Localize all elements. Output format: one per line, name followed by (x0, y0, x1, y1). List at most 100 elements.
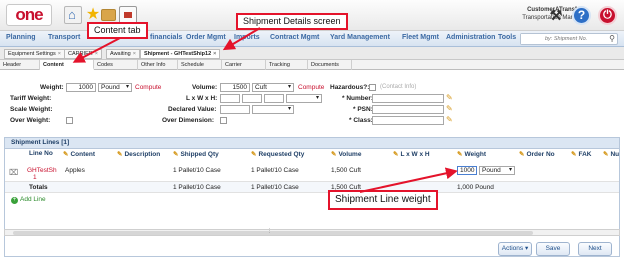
declared-value-input[interactable] (220, 105, 250, 114)
col-content-label: Content (70, 151, 96, 158)
volume-input[interactable]: 1500 (220, 83, 250, 92)
next-button[interactable]: Next (578, 242, 612, 256)
edit-pencil-icon: ✎ (393, 151, 399, 158)
compute-volume-link[interactable]: Compute (298, 84, 324, 91)
col-line-no[interactable]: Line No (29, 150, 53, 160)
totals-weight: 1,000 Pound (457, 184, 494, 191)
nav-yard-management[interactable]: Yard Management (330, 34, 390, 41)
open-tab-awaiting[interactable]: Awaiting × (106, 49, 140, 59)
col-shipped-qty[interactable]: ✎ Shipped Qty (173, 150, 219, 160)
lookup-icon[interactable]: ✎ (446, 94, 454, 102)
line-no-link-2[interactable]: 1 (33, 174, 37, 181)
dimension-uom-select[interactable] (286, 94, 322, 103)
content-cell: Apples (65, 167, 85, 174)
weight-uom-select[interactable]: Pound (98, 83, 132, 92)
add-line-button[interactable]: + Add Line (11, 196, 46, 204)
app-logo[interactable]: one (6, 4, 52, 26)
totals-label: Totals (29, 184, 48, 191)
over-weight-checkbox[interactable] (66, 117, 73, 124)
nav-transport[interactable]: Transport (48, 34, 80, 41)
open-tab-label: Equipment Settings (8, 51, 56, 57)
nav-planning[interactable]: Planning (6, 34, 36, 41)
wrench-settings-icon[interactable]: ⚒ (548, 7, 564, 23)
hazmat-number-input[interactable] (372, 94, 444, 103)
help-icon[interactable]: ? (572, 6, 591, 25)
tab-content[interactable]: Content (40, 60, 94, 70)
compute-weight-link[interactable]: Compute (135, 84, 161, 91)
scrollbar-thumb[interactable] (13, 231, 533, 235)
totals-row: Totals 1 Pallet/10 Case 1 Pallet/10 Case… (5, 182, 619, 193)
line-weight-uom-select[interactable]: Pound (479, 166, 515, 175)
close-icon[interactable]: × (213, 51, 216, 57)
open-tab-shipment[interactable]: Shipment - GHTestShip12 × (140, 49, 221, 59)
requested-qty-cell: 1 Pallet/10 Case (251, 167, 299, 174)
shipment-search-box[interactable]: ⚲ (520, 33, 618, 45)
col-lwh[interactable]: ✎ L x W x H (393, 150, 430, 160)
col-volume[interactable]: ✎ Volume (331, 150, 361, 160)
col-fak[interactable]: ✎ FAK (571, 150, 591, 160)
lookup-icon[interactable]: ✎ (446, 116, 454, 124)
nav-administration[interactable]: Administration (446, 34, 495, 41)
currency-select[interactable] (252, 105, 294, 114)
nav-fleet-mgmt[interactable]: Fleet Mgmt (402, 34, 439, 41)
nav-tools[interactable]: Tools (498, 34, 516, 41)
tab-schedule[interactable]: Schedule (178, 60, 222, 70)
tab-codes[interactable]: Codes (94, 60, 138, 70)
class-input[interactable] (372, 116, 444, 125)
col-volume-label: Volume (338, 151, 362, 158)
nav-contract-mgmt[interactable]: Contract Mgmt (270, 34, 319, 41)
lookup-icon[interactable]: ✎ (446, 105, 454, 113)
nav-order-mgmt[interactable]: Order Mgmt (186, 34, 226, 41)
close-icon[interactable]: × (133, 51, 136, 57)
hazardous-label: Hazardous?: (330, 84, 370, 91)
line-weight-callout: Shipment Line weight (328, 190, 438, 210)
search-icon[interactable]: ⚲ (609, 34, 615, 43)
height-input[interactable] (264, 94, 284, 103)
actions-button[interactable]: Actions ▾ (498, 242, 532, 256)
open-tab-carrier[interactable]: CARRIER × (64, 49, 102, 59)
contact-info-label: (Contact Info) (380, 84, 417, 90)
col-content[interactable]: ✎ Content (63, 150, 95, 160)
tab-header[interactable]: Header (0, 60, 40, 70)
weight-label: Weight: (40, 84, 64, 91)
edit-pencil-icon: ✎ (331, 151, 337, 158)
col-requested-qty[interactable]: ✎ Requested Qty (251, 150, 304, 160)
col-nu[interactable]: ✎ Nu (603, 150, 619, 160)
folder-icon[interactable] (101, 9, 116, 21)
width-input[interactable] (242, 94, 262, 103)
col-description[interactable]: ✎ Description (117, 150, 160, 160)
col-order-no[interactable]: ✎ Order No (519, 150, 555, 160)
table-row[interactable]: ⌧ GHTestSh 1 Apples 1 Pallet/10 Case 1 P… (5, 165, 619, 182)
close-icon[interactable]: × (58, 51, 61, 57)
over-dimension-checkbox[interactable] (220, 117, 227, 124)
horizontal-scrollbar[interactable]: ⋮ (4, 228, 620, 236)
power-logout-icon[interactable]: ⏻ (598, 6, 617, 25)
nav-imports[interactable]: Imports (234, 34, 260, 41)
weight-input[interactable]: 1000 (66, 83, 96, 92)
length-input[interactable] (220, 94, 240, 103)
shipment-subtabs: Header Content Codes Other Info Schedule… (0, 60, 624, 70)
volume-label: Volume: (192, 84, 218, 91)
psn-input[interactable] (372, 105, 444, 114)
home-icon[interactable] (64, 6, 82, 24)
edit-pencil-icon: ✎ (519, 151, 525, 158)
open-tab-equipment-settings[interactable]: Equipment Settings × (4, 49, 65, 59)
nav-financials[interactable]: financials (150, 34, 182, 41)
save-button[interactable]: Save (536, 242, 570, 256)
line-no-link[interactable]: GHTestSh (27, 167, 57, 174)
tab-other-info[interactable]: Other Info (138, 60, 178, 70)
volume-uom-select[interactable]: Cuft (252, 83, 294, 92)
tab-carrier[interactable]: Carrier (222, 60, 266, 70)
line-weight-input[interactable]: 1000 (457, 166, 477, 175)
tab-tracking[interactable]: Tracking (266, 60, 308, 70)
shipment-search-input[interactable] (521, 34, 605, 44)
col-requested-qty-label: Requested Qty (258, 151, 305, 158)
close-icon[interactable]: × (95, 51, 98, 57)
delete-row-icon[interactable]: ⌧ (9, 168, 18, 177)
actions-label: Actions (501, 245, 524, 252)
shipment-lines-title: Shipment Lines [1] (5, 138, 619, 149)
hazardous-checkbox[interactable] (369, 84, 376, 91)
tab-documents[interactable]: Documents (308, 60, 352, 70)
col-lwh-label: L x W x H (400, 151, 430, 158)
col-weight[interactable]: ✎ Weight (457, 150, 486, 160)
